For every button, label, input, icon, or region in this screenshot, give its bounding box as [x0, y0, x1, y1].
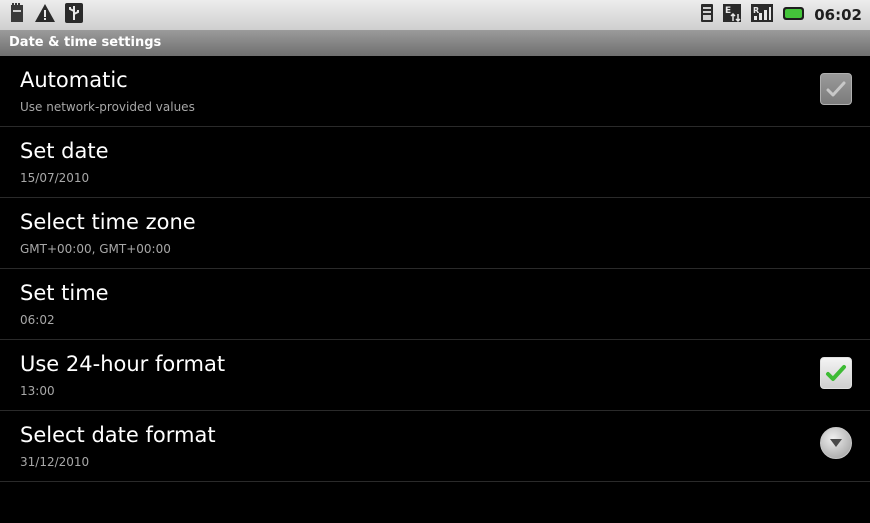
setting-24-hour-format[interactable]: Use 24-hour format 13:00: [0, 340, 870, 411]
check-icon: [826, 365, 846, 381]
setting-subtitle: 06:02: [20, 313, 55, 327]
setting-subtitle: GMT+00:00, GMT+00:00: [20, 242, 171, 256]
settings-list: Automatic Use network-provided values Se…: [0, 56, 870, 482]
24-hour-checkbox[interactable]: [820, 357, 852, 389]
automatic-checkbox[interactable]: [820, 73, 852, 105]
setting-set-time[interactable]: Set time 06:02: [0, 269, 870, 340]
data-signal-icon: E: [722, 2, 742, 28]
setting-title: Automatic: [20, 68, 128, 92]
setting-title: Set date: [20, 139, 109, 163]
setting-subtitle: 15/07/2010: [20, 171, 90, 185]
chevron-down-icon: [830, 439, 842, 447]
setting-set-date[interactable]: Set date 15/07/2010: [0, 127, 870, 198]
battery-icon: [782, 2, 806, 28]
setting-subtitle: 13:00: [20, 384, 55, 398]
setting-title: Select time zone: [20, 210, 196, 234]
setting-automatic[interactable]: Automatic Use network-provided values: [0, 56, 870, 127]
svg-text:R: R: [753, 6, 759, 15]
setting-title: Select date format: [20, 423, 216, 447]
setting-date-format[interactable]: Select date format 31/12/2010: [0, 411, 870, 482]
status-right-icons: E R 06:02: [700, 4, 862, 26]
warning-icon: [34, 2, 56, 28]
status-time: 06:02: [814, 6, 862, 24]
date-format-dropdown[interactable]: [820, 427, 852, 459]
sd-card-icon: [8, 2, 26, 28]
setting-title: Set time: [20, 281, 109, 305]
status-left-icons: [8, 2, 84, 28]
sim-icon: [700, 2, 714, 28]
setting-subtitle: Use network-provided values: [20, 100, 195, 114]
check-icon: [826, 81, 846, 97]
signal-icon: R: [750, 2, 774, 28]
status-bar: E R 06:02: [0, 0, 870, 30]
usb-icon: [64, 2, 84, 28]
setting-subtitle: 31/12/2010: [20, 455, 90, 469]
setting-title: Use 24-hour format: [20, 352, 226, 376]
svg-text:E: E: [725, 6, 731, 16]
setting-time-zone[interactable]: Select time zone GMT+00:00, GMT+00:00: [0, 198, 870, 269]
screen-title: Date & time settings: [0, 30, 870, 56]
